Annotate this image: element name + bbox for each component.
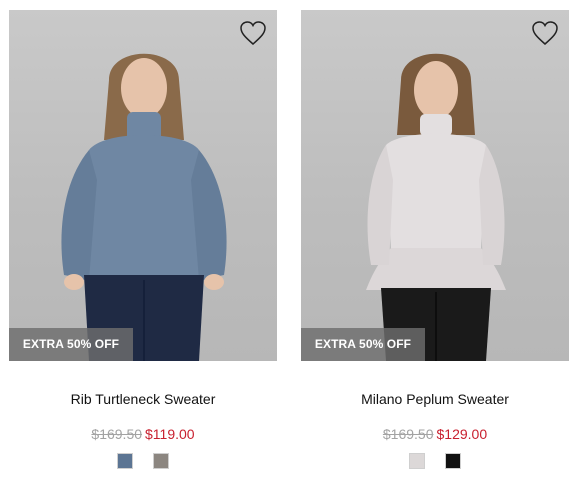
promo-badge: EXTRA 50% OFF [9,328,133,361]
heart-outline-icon[interactable] [239,20,267,46]
color-swatch-grey[interactable] [153,453,169,469]
model-photo [366,53,506,361]
color-swatch-black[interactable] [445,453,461,469]
product-card[interactable]: EXTRA 50% OFF Rib Turtleneck Sweater $16… [9,10,277,469]
product-image[interactable]: EXTRA 50% OFF [301,10,569,361]
price-row: $169.50 $119.00 [9,425,277,443]
sale-price: $129.00 [436,426,488,442]
color-swatches [9,453,277,469]
sale-price: $119.00 [145,426,195,442]
color-swatch-light-grey[interactable] [409,453,425,469]
product-name[interactable]: Rib Turtleneck Sweater [9,390,277,408]
product-name[interactable]: Milano Peplum Sweater [301,390,569,408]
promo-badge: EXTRA 50% OFF [301,328,425,361]
product-grid: EXTRA 50% OFF Rib Turtleneck Sweater $16… [0,0,576,483]
color-swatches [301,453,569,469]
color-swatch-blue[interactable] [117,453,133,469]
original-price: $169.50 [382,426,434,442]
heart-outline-icon[interactable] [531,20,559,46]
original-price: $169.50 [91,426,143,442]
product-image[interactable]: EXTRA 50% OFF [9,10,277,361]
product-card[interactable]: EXTRA 50% OFF Milano Peplum Sweater $169… [301,10,569,469]
model-photo [61,53,227,361]
price-row: $169.50 $129.00 [301,425,569,443]
